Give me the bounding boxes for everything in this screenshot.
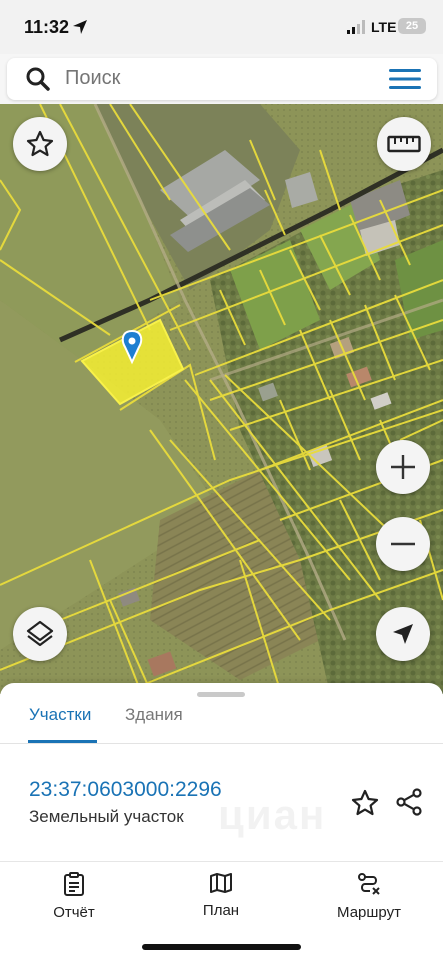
ruler-icon <box>387 135 421 153</box>
tab-route-label: Маршрут <box>337 904 401 921</box>
star-icon <box>26 130 54 157</box>
home-indicator <box>142 944 301 950</box>
search-icon <box>26 67 50 91</box>
layers-button[interactable] <box>13 607 67 661</box>
plus-icon <box>391 455 415 479</box>
tab-plan-label: План <box>202 902 240 919</box>
status-bar: 11:32 LTE 25 <box>0 0 443 54</box>
navigation-arrow-icon <box>393 624 413 644</box>
tab-plan[interactable]: План <box>171 872 271 919</box>
status-time: 11:32 <box>24 17 70 37</box>
signal-icon <box>347 20 365 34</box>
sheet-drag-handle[interactable] <box>197 692 245 697</box>
cadastral-number-link[interactable]: 23:37:0603000:2296 <box>29 778 222 802</box>
route-icon <box>358 873 380 895</box>
favorite-button[interactable] <box>13 117 67 171</box>
search-input[interactable] <box>65 67 365 90</box>
map-view[interactable] <box>0 104 443 694</box>
watermark: циан <box>218 791 327 838</box>
tab-report-label: Отчёт <box>53 904 95 921</box>
location-arrow-icon <box>73 20 87 34</box>
tab-plots[interactable]: Участки <box>29 705 91 725</box>
my-location-button[interactable] <box>376 607 430 661</box>
satellite-map[interactable] <box>0 104 443 694</box>
tab-buildings[interactable]: Здания <box>125 705 183 725</box>
battery-indicator: 25 <box>398 18 426 34</box>
share-icon[interactable] <box>394 787 424 817</box>
search-bar[interactable] <box>7 58 437 100</box>
map-icon <box>210 873 232 893</box>
zoom-in-button[interactable] <box>376 440 430 494</box>
tab-divider <box>0 743 443 744</box>
favorite-star-icon[interactable] <box>350 788 380 818</box>
menu-icon[interactable] <box>389 69 421 89</box>
plot-type-label: Земельный участок <box>29 807 184 826</box>
app-screen: 11:32 LTE 25 Поиск Участки Здания циан 2… <box>0 0 443 960</box>
network-type: LTE <box>371 19 397 35</box>
plot-info-sheet: Участки Здания циан 23:37:0603000:2296 З… <box>0 683 443 861</box>
tab-route[interactable]: Маршрут <box>319 872 419 921</box>
report-icon <box>64 872 84 896</box>
minus-icon <box>391 542 415 546</box>
tab-report[interactable]: Отчёт <box>24 872 124 921</box>
layers-icon <box>26 620 54 647</box>
zoom-out-button[interactable] <box>376 517 430 571</box>
ruler-button[interactable] <box>377 117 431 171</box>
